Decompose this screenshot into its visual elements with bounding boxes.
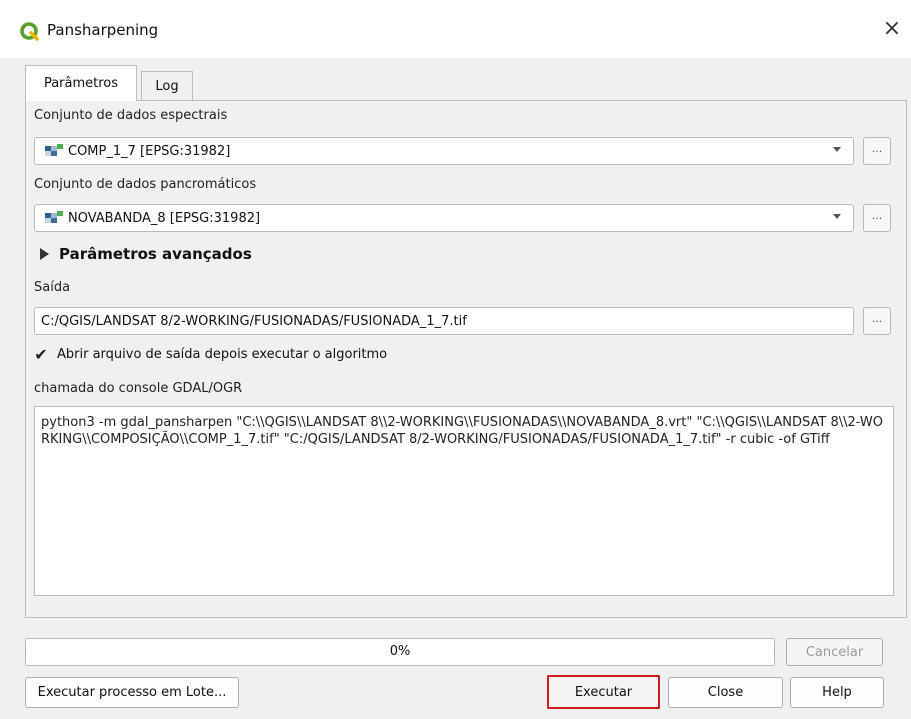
panchromatic-browse-button[interactable]: ...: [863, 204, 891, 232]
output-browse-button[interactable]: ...: [863, 307, 891, 335]
open-output-checkbox[interactable]: ✔: [33, 345, 49, 364]
chevron-down-icon: [833, 147, 841, 152]
raster-layer-icon: [45, 211, 63, 223]
open-output-row: ✔ Abrir arquivo de saída depois executar…: [33, 345, 388, 364]
tab-log-label: Log: [155, 79, 179, 94]
spectral-browse-button[interactable]: ...: [863, 137, 891, 165]
console-command-text[interactable]: python3 -m gdal_pansharpen "C:\\QGIS\\LA…: [34, 406, 894, 596]
panchromatic-dataset-value: NOVABANDA_8 [EPSG:31982]: [68, 210, 261, 226]
panchromatic-dataset-label: Conjunto de dados pancromáticos: [34, 177, 257, 192]
advanced-parameters-label: Parâmetros avançados: [59, 245, 252, 263]
title-bar: Pansharpening ×: [0, 0, 911, 58]
close-button[interactable]: Close: [668, 677, 783, 708]
output-file-value: C:/QGIS/LANDSAT 8/2-WORKING/FUSIONADAS/F…: [41, 313, 467, 329]
open-output-label: Abrir arquivo de saída depois executar o…: [57, 346, 388, 362]
close-icon[interactable]: ×: [881, 18, 903, 40]
advanced-parameters-toggle[interactable]: Parâmetros avançados: [40, 245, 252, 263]
qgis-logo-icon: [20, 22, 39, 41]
tab-parametros-label: Parâmetros: [43, 76, 119, 91]
spectral-dataset-combo[interactable]: COMP_1_7 [EPSG:31982]: [34, 137, 854, 165]
spectral-dataset-value: COMP_1_7 [EPSG:31982]: [68, 143, 231, 159]
run-batch-button[interactable]: Executar processo em Lote...: [25, 677, 239, 708]
cancel-button[interactable]: Cancelar: [786, 638, 883, 666]
progress-bar: 0%: [25, 638, 775, 666]
window-title: Pansharpening: [47, 21, 159, 39]
help-button[interactable]: Help: [790, 677, 884, 708]
run-button[interactable]: Executar: [547, 675, 660, 709]
output-label: Saída: [34, 280, 71, 295]
spectral-dataset-label: Conjunto de dados espectrais: [34, 108, 228, 123]
chevron-down-icon: [833, 214, 841, 219]
tab-parametros[interactable]: Parâmetros: [25, 65, 137, 101]
panchromatic-dataset-combo[interactable]: NOVABANDA_8 [EPSG:31982]: [34, 204, 854, 232]
triangle-right-icon: [40, 248, 49, 260]
tab-log[interactable]: Log: [141, 71, 193, 101]
console-call-label: chamada do console GDAL/OGR: [34, 381, 243, 396]
output-file-input[interactable]: C:/QGIS/LANDSAT 8/2-WORKING/FUSIONADAS/F…: [34, 307, 854, 335]
raster-layer-icon: [45, 144, 63, 156]
